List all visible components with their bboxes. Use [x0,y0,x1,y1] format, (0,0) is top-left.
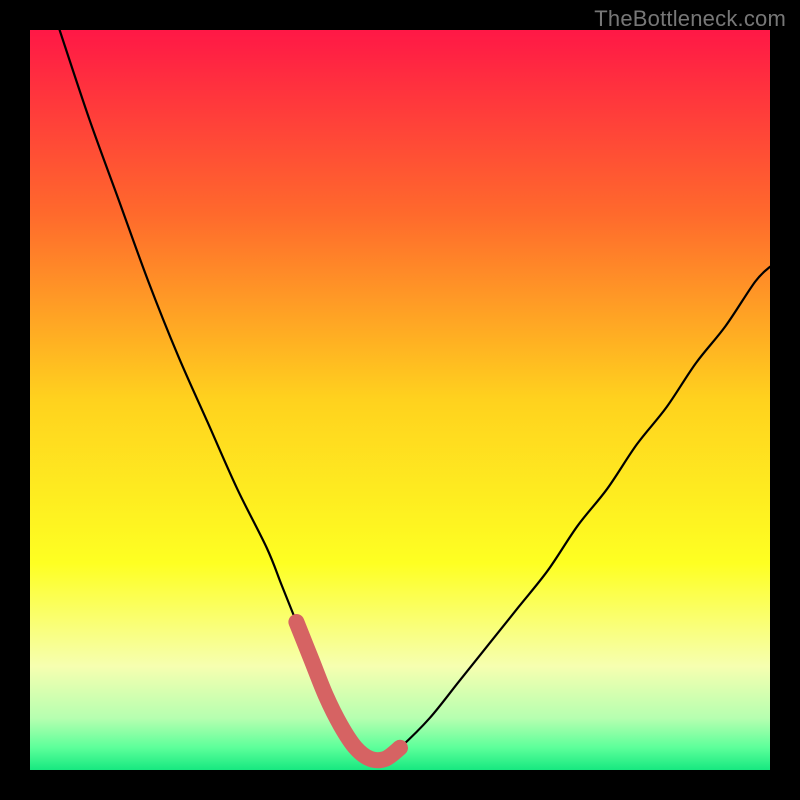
gradient-background [30,30,770,770]
plot-area [30,30,770,770]
watermark-text: TheBottleneck.com [594,6,786,32]
chart-frame: TheBottleneck.com [0,0,800,800]
bottleneck-curve-chart [30,30,770,770]
